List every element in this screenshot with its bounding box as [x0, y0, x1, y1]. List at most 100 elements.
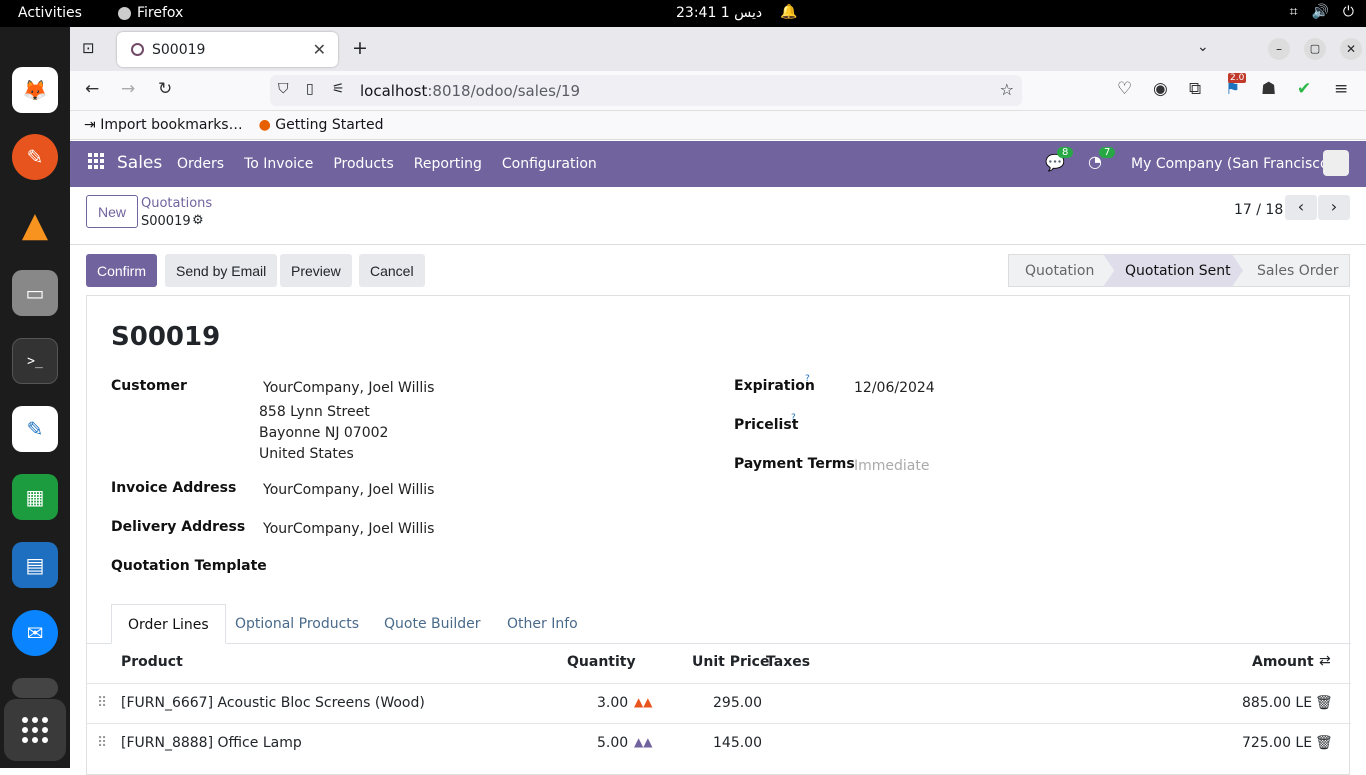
- send-email-button[interactable]: Send by Email: [165, 254, 278, 287]
- bell-icon[interactable]: 🔔: [780, 4, 797, 20]
- preview-button[interactable]: Preview: [280, 254, 352, 287]
- status-sales-order[interactable]: Sales Order: [1257, 263, 1339, 279]
- writer-icon[interactable]: ▤: [12, 542, 58, 588]
- breadcrumb-quotations[interactable]: Quotations: [141, 196, 212, 211]
- drag-handle-icon[interactable]: ⠿: [97, 695, 107, 711]
- col-amount[interactable]: Amount: [1252, 654, 1314, 670]
- forecast-chart-icon[interactable]: ▲▲: [634, 695, 652, 709]
- bookmark-getting-started[interactable]: ● Getting Started: [259, 117, 384, 133]
- tab-overview-icon[interactable]: ⊡: [82, 39, 95, 57]
- menu-configuration[interactable]: Configuration: [502, 156, 597, 172]
- row-quantity[interactable]: 3.00: [597, 695, 628, 711]
- tab-quote-builder[interactable]: Quote Builder: [384, 604, 481, 644]
- row-quantity[interactable]: 5.00: [597, 735, 628, 751]
- network-icon[interactable]: ⌗: [1290, 4, 1298, 20]
- customer-field[interactable]: YourCompany, Joel Willis: [263, 380, 434, 396]
- activities-button[interactable]: Activities: [18, 5, 82, 21]
- col-quantity[interactable]: Quantity: [567, 654, 636, 670]
- cancel-button[interactable]: Cancel: [359, 254, 425, 287]
- minimize-icon[interactable]: –: [1268, 38, 1290, 60]
- tab-order-lines[interactable]: Order Lines: [111, 604, 226, 644]
- list-tabs-icon[interactable]: ⌄: [1197, 39, 1209, 55]
- shield-check-icon[interactable]: ✔: [1297, 79, 1311, 99]
- bookmark-star-icon[interactable]: ☆: [1000, 80, 1014, 99]
- close-tab-icon[interactable]: ✕: [313, 40, 326, 59]
- spreadsheet-icon[interactable]: ▦: [12, 474, 58, 520]
- menu-to-invoice[interactable]: To Invoice: [244, 156, 313, 172]
- menu-orders[interactable]: Orders: [177, 156, 224, 172]
- url-bar[interactable]: ⛉ ▯ ⚟ localhost:8018/odoo/sales/19 ☆: [270, 75, 1022, 106]
- row-unit-price[interactable]: 145.00: [713, 735, 762, 751]
- menu-icon[interactable]: ≡: [1334, 79, 1348, 99]
- delivery-address-field[interactable]: YourCompany, Joel Willis: [263, 521, 434, 537]
- back-icon[interactable]: ←: [85, 79, 99, 99]
- table-row[interactable]: ⠿ [FURN_8888] Office Lamp 5.00 ▲▲ 145.00…: [87, 723, 1351, 763]
- extensions-icon[interactable]: ⧉: [1189, 79, 1201, 99]
- clock[interactable]: 23:41 ديس 1: [676, 5, 762, 21]
- permissions-icon[interactable]: ⚟: [332, 81, 345, 97]
- pricelist-help-icon[interactable]: ?: [791, 413, 796, 423]
- close-window-icon[interactable]: ✕: [1340, 38, 1362, 60]
- camera-icon[interactable]: [12, 678, 58, 698]
- pager-previous-icon[interactable]: ‹: [1285, 195, 1317, 220]
- gear-icon[interactable]: ⚙: [192, 213, 204, 228]
- payment-terms-field[interactable]: Immediate: [854, 458, 929, 474]
- status-quotation[interactable]: Quotation: [1025, 263, 1094, 279]
- power-icon[interactable]: ⏻: [1343, 4, 1354, 20]
- expiration-help-icon[interactable]: ?: [805, 374, 810, 384]
- delete-row-icon[interactable]: 🗑: [1315, 695, 1333, 711]
- col-product[interactable]: Product: [121, 654, 183, 670]
- text-editor-icon[interactable]: ✎: [12, 406, 58, 452]
- forward-icon[interactable]: →: [121, 79, 135, 99]
- pager-value[interactable]: 17 / 18: [1234, 202, 1283, 218]
- expiration-field[interactable]: 12/06/2024: [854, 380, 935, 396]
- menu-products[interactable]: Products: [333, 156, 393, 172]
- form-statusbar: Confirm Send by Email Preview Cancel Quo…: [70, 245, 1366, 297]
- bookmark-import[interactable]: ⇥ Import bookmarks…: [84, 117, 243, 133]
- shield-icon[interactable]: ⛉: [278, 81, 289, 97]
- apps-menu-icon[interactable]: [88, 153, 104, 173]
- address-line3: United States: [259, 446, 354, 462]
- tab-optional-products[interactable]: Optional Products: [235, 604, 359, 644]
- terminal-icon[interactable]: >_: [12, 338, 58, 384]
- gimp-icon[interactable]: 🦊: [12, 67, 58, 113]
- confirm-button[interactable]: Confirm: [86, 254, 158, 287]
- pocket-icon[interactable]: ♡: [1117, 79, 1132, 99]
- row-unit-price[interactable]: 295.00: [713, 695, 762, 711]
- drag-handle-icon[interactable]: ⠿: [97, 735, 107, 751]
- menu-reporting[interactable]: Reporting: [414, 156, 482, 172]
- vlc-icon[interactable]: ▲: [12, 202, 58, 248]
- files-icon[interactable]: ▭: [12, 270, 58, 316]
- status-quotation-sent[interactable]: Quotation Sent: [1125, 263, 1231, 279]
- thunderbird-icon[interactable]: ✉: [12, 610, 58, 656]
- breadcrumb-current: S00019: [141, 214, 191, 229]
- app-title[interactable]: Sales: [117, 153, 162, 173]
- new-tab-icon[interactable]: +: [352, 37, 368, 59]
- user-avatar[interactable]: [1323, 150, 1349, 176]
- col-unit-price[interactable]: Unit Price: [692, 654, 769, 670]
- table-row[interactable]: ⠿ [FURN_6667] Acoustic Bloc Screens (Woo…: [87, 683, 1351, 723]
- page-icon[interactable]: ▯: [306, 81, 314, 97]
- firefox-icon: [118, 6, 131, 20]
- reload-icon[interactable]: ↻: [158, 79, 172, 99]
- focused-app[interactable]: Firefox: [118, 5, 183, 21]
- show-apps-icon[interactable]: [4, 699, 66, 761]
- forecast-chart-icon[interactable]: ▲▲: [634, 735, 652, 749]
- column-options-icon[interactable]: ⇄: [1319, 653, 1331, 669]
- volume-icon[interactable]: 🔊: [1311, 4, 1328, 20]
- company-switcher[interactable]: My Company (San Francisco): [1131, 156, 1334, 172]
- col-taxes[interactable]: Taxes: [766, 654, 810, 670]
- maximize-icon[interactable]: ▢: [1304, 38, 1326, 60]
- delete-row-icon[interactable]: 🗑: [1315, 735, 1333, 751]
- pager-next-icon[interactable]: ›: [1318, 195, 1350, 220]
- postman-icon[interactable]: ✎: [12, 134, 58, 180]
- tab-other-info[interactable]: Other Info: [507, 604, 578, 644]
- new-button[interactable]: New: [86, 195, 139, 228]
- row-product[interactable]: [FURN_6667] Acoustic Bloc Screens (Wood): [121, 695, 425, 711]
- tab-s00019[interactable]: S00019 ✕: [117, 32, 338, 67]
- extension-icon[interactable]: ☗: [1261, 79, 1276, 99]
- form-sheet: S00019 Customer YourCompany, Joel Willis…: [86, 295, 1351, 775]
- invoice-address-field[interactable]: YourCompany, Joel Willis: [263, 482, 434, 498]
- row-product[interactable]: [FURN_8888] Office Lamp: [121, 735, 302, 751]
- account-icon[interactable]: ◉: [1153, 79, 1168, 99]
